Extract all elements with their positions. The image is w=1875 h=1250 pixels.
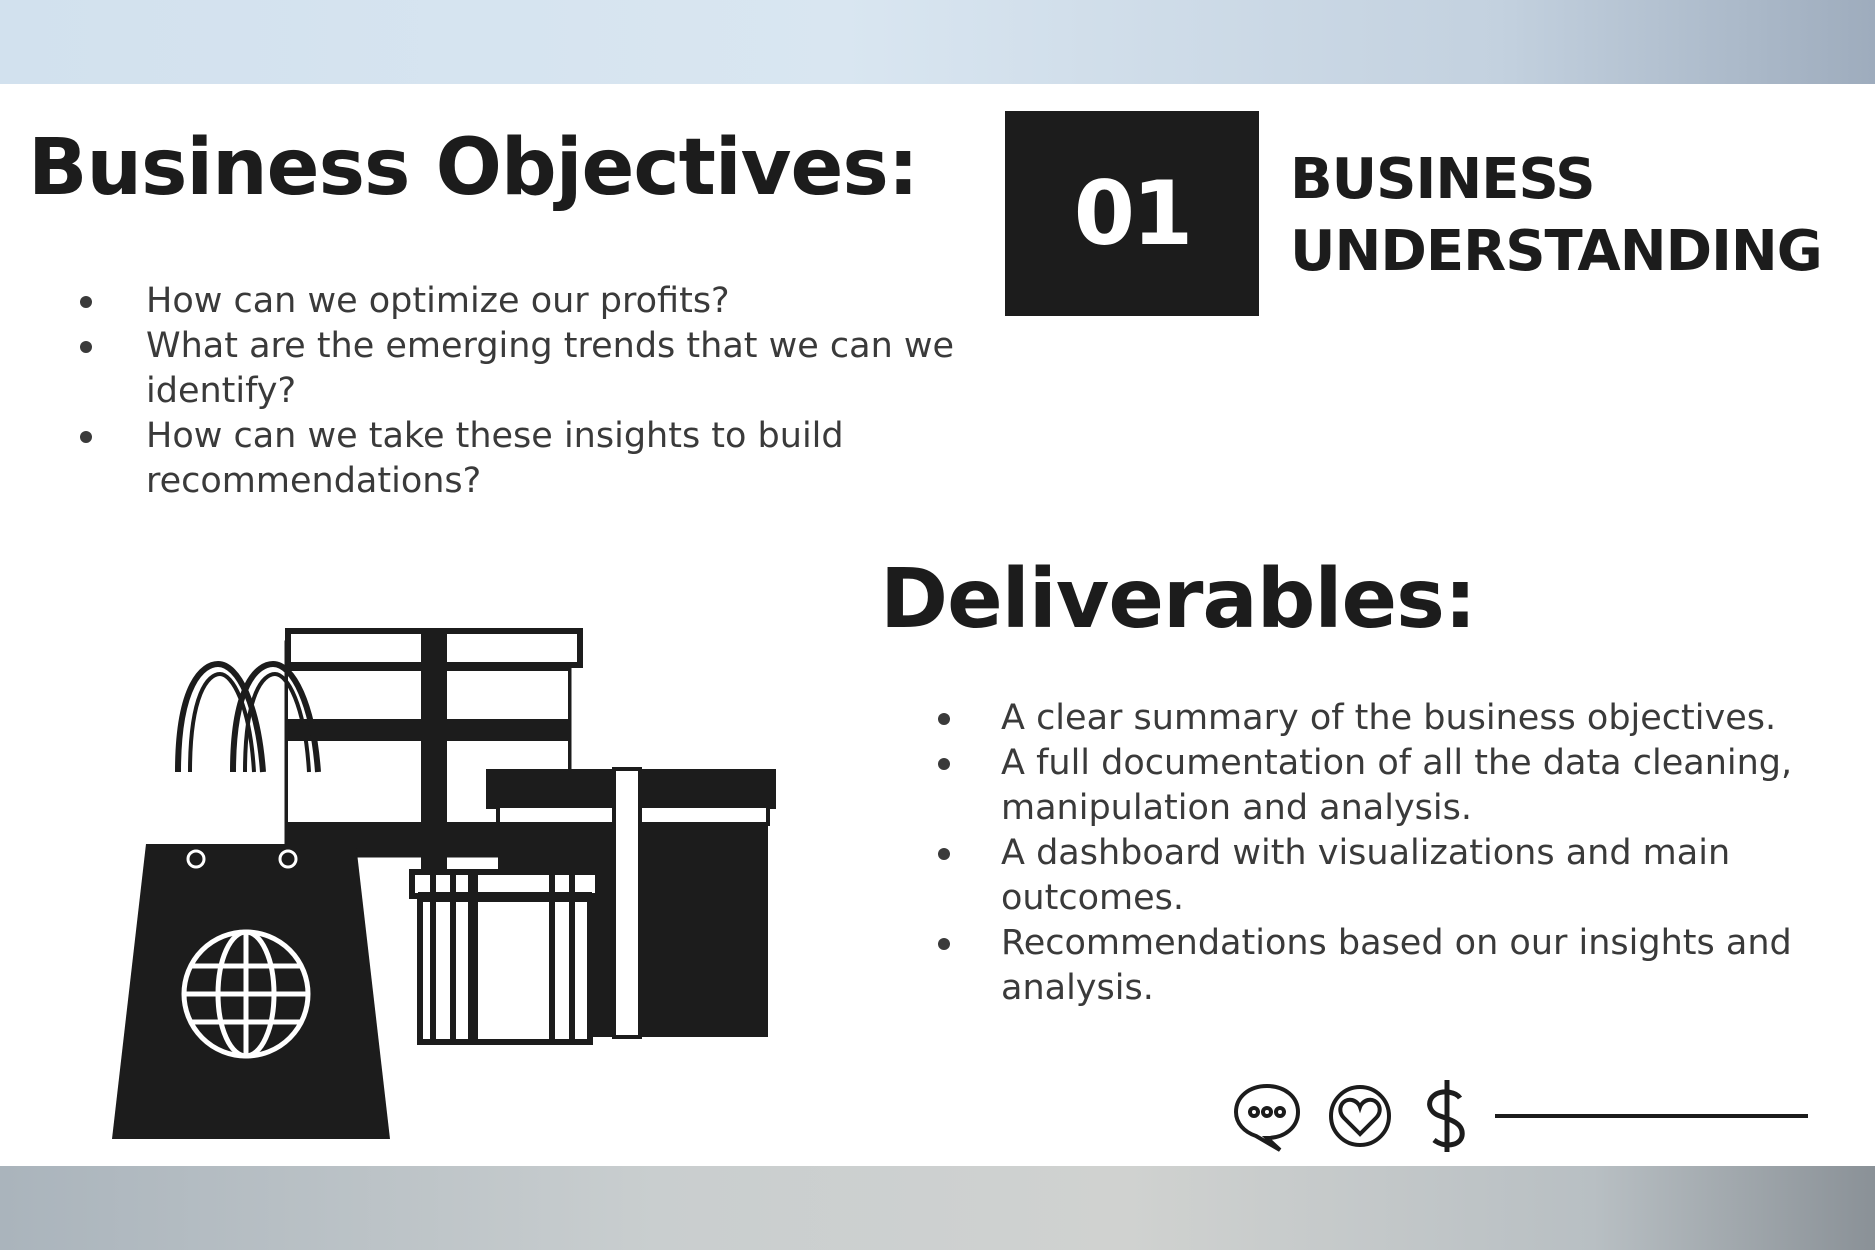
- objective-item: How can we optimize our profits?: [80, 279, 966, 324]
- dollar-icon: [1427, 1080, 1465, 1152]
- slide: Business Objectives: 01 BUSINESS UNDERST…: [0, 84, 1875, 1166]
- section-title-line-1: BUSINESS: [1290, 147, 1596, 212]
- globe-icon: [181, 929, 311, 1059]
- deliverable-item: Recommendations based on our insights an…: [938, 921, 1821, 1011]
- section-title: BUSINESS UNDERSTANDING: [1290, 144, 1823, 288]
- objective-item: How can we take these insights to build …: [80, 414, 966, 504]
- deliverables-heading: Deliverables:: [880, 552, 1477, 647]
- deliverable-item: A clear summary of the business objectiv…: [938, 696, 1821, 741]
- objective-item: What are the emerging trends that we can…: [80, 324, 966, 414]
- footer-icons: [1233, 1080, 1808, 1152]
- gift-box-icon: [409, 869, 601, 1045]
- deliverable-item: A full documentation of all the data cle…: [938, 741, 1821, 831]
- objectives-list: How can we optimize our profits? What ar…: [80, 279, 966, 504]
- objectives-heading: Business Objectives:: [28, 123, 919, 213]
- section-number-box: 01: [1005, 111, 1259, 316]
- shopping-illustration: [112, 628, 776, 1139]
- heart-icon: [1329, 1085, 1391, 1147]
- deliverables-list: A clear summary of the business objectiv…: [938, 696, 1821, 1011]
- speech-bubble-icon: [1233, 1083, 1301, 1152]
- deliverable-item: A dashboard with visualizations and main…: [938, 831, 1821, 921]
- section-title-line-2: UNDERSTANDING: [1290, 219, 1823, 284]
- bottom-background-band: [0, 1166, 1875, 1250]
